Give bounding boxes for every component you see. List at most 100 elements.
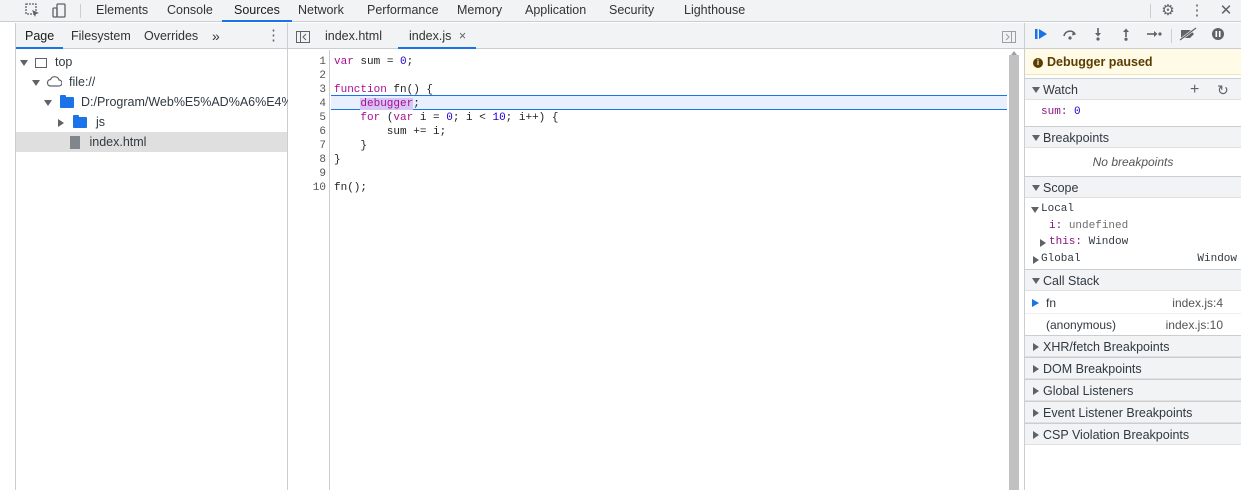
scope-global[interactable]: Global Window [1025,251,1241,268]
section-scope-header[interactable]: Scope [1025,176,1241,198]
scope-var-i[interactable]: i: undefined [1025,218,1241,235]
tree-item-folder-path[interactable]: D:/Program/Web%E5%AD%A6%E4%B9 [44,92,288,112]
line-number[interactable]: 8 [288,153,326,167]
pause-on-exceptions-icon[interactable] [1209,27,1227,45]
editor-tab-index-js[interactable]: index.js × [398,23,477,49]
settings-gear-icon[interactable]: ⚙ [1159,2,1177,20]
scope-label: Local [1041,203,1075,215]
call-frame[interactable]: fn index.js:4 [1025,292,1241,314]
more-tabs-chevron-icon[interactable]: » [212,23,220,49]
navigator-tab-overrides[interactable]: Overrides [144,23,198,49]
folder-icon [73,115,88,129]
close-icon[interactable]: ✕ [1217,2,1235,20]
code-line-10: fn(); [334,182,368,194]
frame-icon [35,57,48,68]
line-number[interactable]: 5 [288,111,326,125]
watch-value: 0 [1074,106,1081,118]
tree-item-label: js [95,115,105,129]
line-number[interactable]: 2 [288,69,326,83]
tree-item-index-html[interactable]: index.html [16,132,287,152]
call-frame[interactable]: (anonymous) index.js:10 [1025,314,1241,336]
step-over-icon[interactable] [1061,27,1079,45]
collapse-arrow-icon [1033,365,1039,373]
watch-expression[interactable]: sum: 0 [1025,104,1241,121]
tab-memory[interactable]: Memory [457,0,502,22]
tab-elements[interactable]: Elements [96,0,148,22]
section-xhr-breakpoints-header[interactable]: XHR/fetch Breakpoints [1025,335,1241,357]
var-value: Window [1088,236,1129,248]
section-breakpoints-header[interactable]: Breakpoints [1025,126,1241,148]
expand-arrow-icon [1032,278,1040,284]
line-number[interactable]: 9 [288,167,326,181]
tab-sources[interactable]: Sources [222,0,292,22]
section-watch-header[interactable]: Watch + ↻ [1025,78,1241,100]
navigator-tab-filesystem[interactable]: Filesystem [71,23,131,49]
toggle-debugger-icon[interactable] [1002,23,1016,49]
file-icon [70,136,80,150]
line-number[interactable]: 3 [288,83,326,97]
scope-local[interactable]: Local [1025,201,1241,218]
tab-security[interactable]: Security [609,0,654,22]
code-editor: index.html index.js × 1 2 3 4 5 6 7 8 9 … [288,23,1024,490]
editor-scrollbar[interactable] [1009,55,1019,490]
tree-item-top[interactable]: top [20,52,72,72]
device-toolbar-icon[interactable] [50,2,68,20]
tab-console[interactable]: Console [167,0,213,22]
line-number[interactable]: 7 [288,139,326,153]
close-tab-icon[interactable]: × [459,29,466,43]
code-line-3: function fn() { [334,84,434,96]
section-title: Global Listeners [1043,384,1134,398]
scope-global-value: Window [1197,253,1237,265]
line-number[interactable]: 6 [288,125,326,139]
line-number[interactable]: 4 [288,97,326,111]
expand-arrow-icon [32,79,40,86]
section-dom-breakpoints-header[interactable]: DOM Breakpoints [1025,357,1241,379]
code-line-4: debugger; [360,98,420,110]
toolbar-divider [1150,4,1151,18]
section-title: Breakpoints [1043,131,1110,145]
refresh-watch-icon[interactable]: ↻ [1217,79,1229,101]
code-line-6: sum += i; [334,126,447,138]
more-options-icon[interactable]: ⋮ [1188,2,1206,20]
frame-location: index.js:4 [1172,296,1223,310]
resume-icon[interactable] [1033,27,1051,45]
add-watch-icon[interactable]: + [1190,79,1199,101]
watch-name: sum [1041,106,1061,118]
editor-tab-index-html[interactable]: index.html [325,23,382,49]
tree-item-label: index.html [89,135,147,149]
navigator-tab-page[interactable]: Page [16,23,64,49]
tree-item-js-folder[interactable]: js [58,112,105,132]
step-into-icon[interactable] [1089,27,1107,45]
section-global-listeners-header[interactable]: Global Listeners [1025,379,1241,401]
tree-item-file-root[interactable]: file:// [32,72,95,92]
section-title: DOM Breakpoints [1043,362,1142,376]
inspect-element-icon[interactable] [24,2,42,20]
line-number[interactable]: 10 [288,181,326,195]
left-gutter-strip [0,23,16,490]
deactivate-breakpoints-icon[interactable] [1179,27,1197,45]
step-out-icon[interactable] [1117,27,1135,45]
tab-lighthouse[interactable]: Lighthouse [684,0,745,22]
section-csp-violation-breakpoints-header[interactable]: CSP Violation Breakpoints [1025,423,1241,445]
paused-execution-line [331,95,1007,110]
line-number-gutter[interactable]: 1 2 3 4 5 6 7 8 9 10 [288,50,330,490]
navigator-menu-icon[interactable]: ⋮ [266,23,281,49]
section-title: Event Listener Breakpoints [1043,406,1193,420]
no-breakpoints-message: No breakpoints [1092,155,1174,169]
expand-arrow-icon [1032,185,1040,191]
tab-application[interactable]: Application [525,0,586,22]
expand-arrow-icon [1031,207,1039,213]
collapse-arrow-icon [1033,343,1039,351]
toggle-navigator-icon[interactable] [296,23,310,49]
step-icon[interactable] [1145,27,1163,45]
tab-network[interactable]: Network [298,0,344,22]
section-event-listener-breakpoints-header[interactable]: Event Listener Breakpoints [1025,401,1241,423]
expand-arrow-icon [44,99,52,106]
paused-message: Debugger paused [1047,55,1153,69]
section-call-stack-header[interactable]: Call Stack [1025,269,1241,291]
tab-performance[interactable]: Performance [367,0,439,22]
scope-var-this[interactable]: this: Window [1025,234,1241,251]
line-number[interactable]: 1 [288,55,326,69]
section-title: Call Stack [1043,274,1100,288]
frame-name: (anonymous) [1046,318,1117,332]
